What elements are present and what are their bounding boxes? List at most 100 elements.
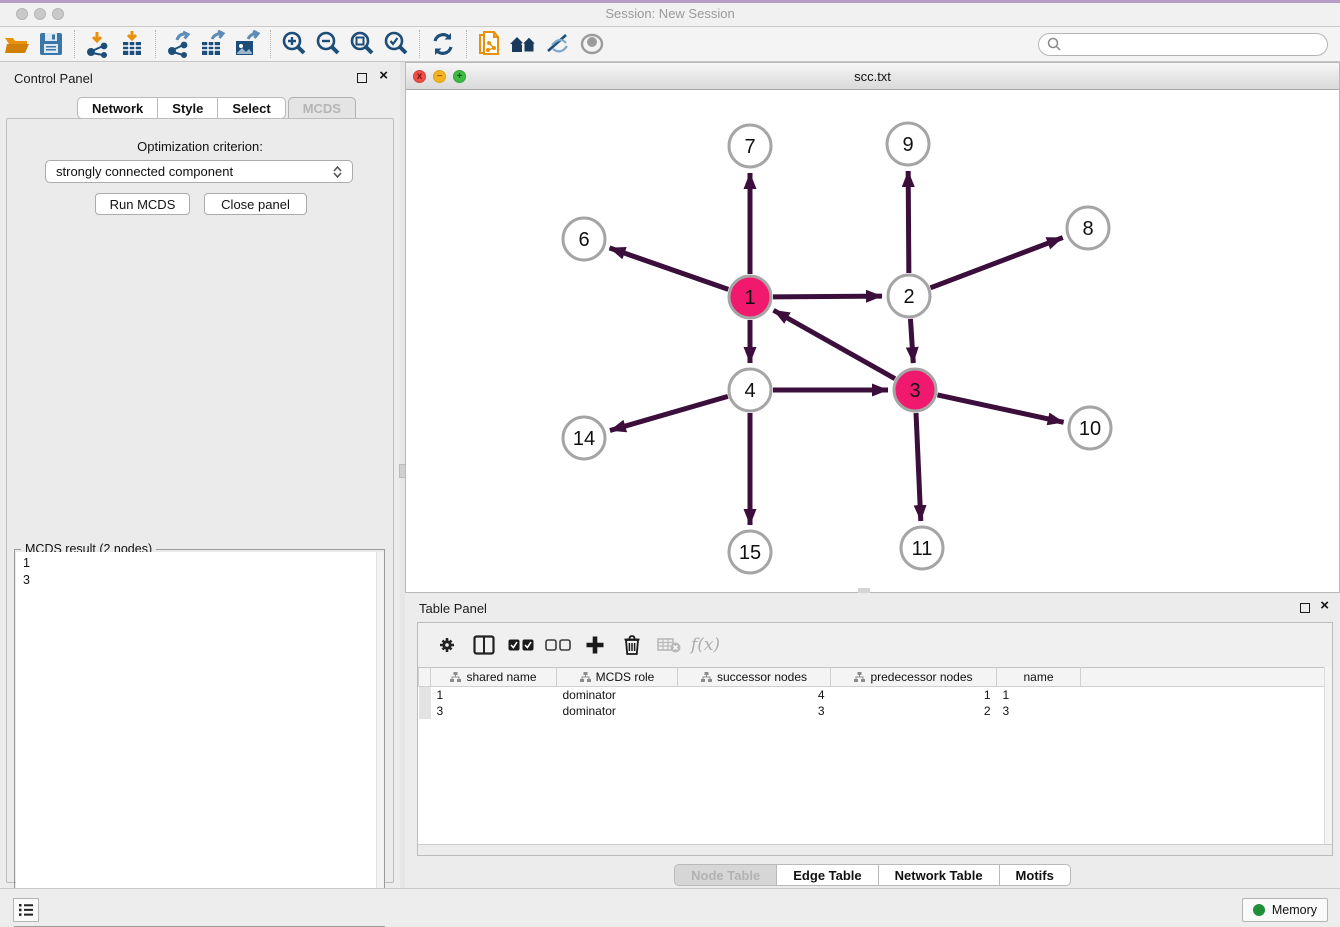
save-session-icon[interactable] xyxy=(34,29,68,59)
col-successor-nodes[interactable]: successor nodes xyxy=(678,668,831,687)
graph-node-label-8: 8 xyxy=(1082,218,1093,240)
export-table-icon[interactable] xyxy=(196,29,230,59)
control-panel-float-icon[interactable] xyxy=(357,73,367,83)
table-panel-title: Table Panel xyxy=(419,601,487,616)
graph-edge-1-6[interactable] xyxy=(609,248,728,290)
zoom-out-icon[interactable] xyxy=(311,29,345,59)
optimization-criterion-value: strongly connected component xyxy=(56,164,233,179)
show-all-icon[interactable] xyxy=(575,29,609,59)
column-settings-icon[interactable] xyxy=(428,630,465,660)
graph-node-label-14: 14 xyxy=(573,428,595,450)
add-column-icon[interactable] xyxy=(576,630,613,660)
table-horizontal-scrollbar[interactable] xyxy=(418,844,1332,855)
delete-column-icon[interactable] xyxy=(613,630,650,660)
graph-edge-3-11[interactable] xyxy=(916,413,921,521)
zoom-selected-icon[interactable] xyxy=(379,29,413,59)
graph-node-label-10: 10 xyxy=(1079,418,1101,440)
list-icon xyxy=(18,903,34,917)
graph-edge-4-14[interactable] xyxy=(610,396,728,430)
hide-selected-icon[interactable] xyxy=(541,29,575,59)
first-neighbors-icon[interactable] xyxy=(507,29,541,59)
search-icon xyxy=(1047,37,1061,51)
node-table[interactable]: shared name MCDS role successor nodes pr… xyxy=(418,667,1332,719)
graph-node-label-3: 3 xyxy=(909,380,920,402)
table-row[interactable]: 1 dominator 4 1 1 xyxy=(419,687,1333,703)
import-table-icon[interactable] xyxy=(115,29,149,59)
graph-edge-1-2[interactable] xyxy=(773,296,882,297)
table-panel-float-icon[interactable] xyxy=(1300,603,1310,613)
toolbar-separator xyxy=(155,30,156,58)
graph-node-label-4: 4 xyxy=(744,380,755,402)
zoom-in-icon[interactable] xyxy=(277,29,311,59)
memory-label: Memory xyxy=(1272,903,1317,917)
clone-network-icon[interactable] xyxy=(473,29,507,59)
optimization-criterion-label: Optimization criterion: xyxy=(7,139,393,154)
col-shared-name[interactable]: shared name xyxy=(431,668,557,687)
export-image-icon[interactable] xyxy=(230,29,264,59)
tab-select[interactable]: Select xyxy=(218,97,285,119)
select-all-icon[interactable] xyxy=(502,630,539,660)
tab-node-table[interactable]: Node Table xyxy=(674,864,777,886)
function-builder-icon: f(x) xyxy=(687,630,724,660)
graph-node-label-15: 15 xyxy=(739,542,761,564)
row-gutter xyxy=(419,703,431,719)
graph-edge-2-8[interactable] xyxy=(931,238,1063,288)
result-scrollbar[interactable] xyxy=(376,552,384,926)
refresh-layout-icon[interactable] xyxy=(426,29,460,59)
optimization-criterion-select[interactable]: strongly connected component xyxy=(45,160,353,183)
table-panel-close-icon[interactable]: × xyxy=(1320,601,1329,611)
table-vertical-scrollbar[interactable] xyxy=(1324,667,1332,846)
mcds-panel-body: Optimization criterion: strongly connect… xyxy=(6,118,394,883)
table-panel: Table Panel × f(x) xyxy=(405,593,1340,888)
col-mcds-role[interactable]: MCDS role xyxy=(557,668,678,687)
col-predecessor-nodes[interactable]: predecessor nodes xyxy=(831,668,997,687)
toolbar-separator xyxy=(270,30,271,58)
network-graph-canvas[interactable]: 1234678910111415 xyxy=(406,90,1339,592)
graph-node-label-9: 9 xyxy=(902,134,913,156)
mcds-result-textarea[interactable]: 1 3 xyxy=(16,552,384,926)
col-name[interactable]: name xyxy=(997,668,1081,687)
graph-edge-3-10[interactable] xyxy=(937,395,1063,422)
panel-mode-icon[interactable] xyxy=(465,630,502,660)
import-network-icon[interactable] xyxy=(81,29,115,59)
mcds-result-text: 1 3 xyxy=(16,552,384,589)
control-panel-tabs: Network Style Select MCDS xyxy=(77,97,356,119)
run-mcds-button[interactable]: Run MCDS xyxy=(95,193,190,215)
deselect-all-icon[interactable] xyxy=(539,630,576,660)
toolbar-separator xyxy=(74,30,75,58)
shared-column-icon xyxy=(450,672,461,682)
export-network-icon[interactable] xyxy=(162,29,196,59)
close-panel-button[interactable]: Close panel xyxy=(204,193,307,215)
shared-column-icon xyxy=(580,672,591,682)
main-toolbar xyxy=(0,27,1340,62)
graph-node-label-7: 7 xyxy=(744,136,755,158)
tab-motifs[interactable]: Motifs xyxy=(1000,864,1071,886)
shared-column-icon xyxy=(854,672,865,682)
tab-network[interactable]: Network xyxy=(77,97,158,119)
row-gutter xyxy=(419,668,431,687)
task-history-button[interactable] xyxy=(13,898,39,922)
window-title: Session: New Session xyxy=(0,6,1340,21)
zoom-fit-icon[interactable] xyxy=(345,29,379,59)
network-view-window: x − + scc.txt 1234678910111415 xyxy=(405,62,1340,593)
memory-button[interactable]: Memory xyxy=(1242,898,1328,922)
tab-edge-table[interactable]: Edge Table xyxy=(777,864,878,886)
table-row[interactable]: 3 dominator 3 2 3 xyxy=(419,703,1333,719)
shared-column-icon xyxy=(701,672,712,682)
tab-style[interactable]: Style xyxy=(158,97,218,119)
graph-edge-2-3[interactable] xyxy=(910,319,913,363)
table-tabs: Node Table Edge Table Network Table Moti… xyxy=(405,864,1340,886)
tab-mcds[interactable]: MCDS xyxy=(288,97,356,119)
graph-node-label-1: 1 xyxy=(744,287,755,309)
open-session-icon[interactable] xyxy=(0,29,34,59)
network-window-titlebar[interactable]: x − + scc.txt xyxy=(406,63,1339,90)
graph-edge-3-1[interactable] xyxy=(774,310,895,378)
graph-node-label-11: 11 xyxy=(912,538,933,560)
tab-network-table[interactable]: Network Table xyxy=(879,864,1000,886)
control-panel-close-icon[interactable]: × xyxy=(379,71,388,81)
search-input[interactable] xyxy=(1066,37,1319,51)
graph-edge-2-9[interactable] xyxy=(908,171,909,273)
search-box[interactable] xyxy=(1038,33,1328,56)
delete-table-icon[interactable] xyxy=(650,630,687,660)
graph-node-label-6: 6 xyxy=(578,229,589,251)
